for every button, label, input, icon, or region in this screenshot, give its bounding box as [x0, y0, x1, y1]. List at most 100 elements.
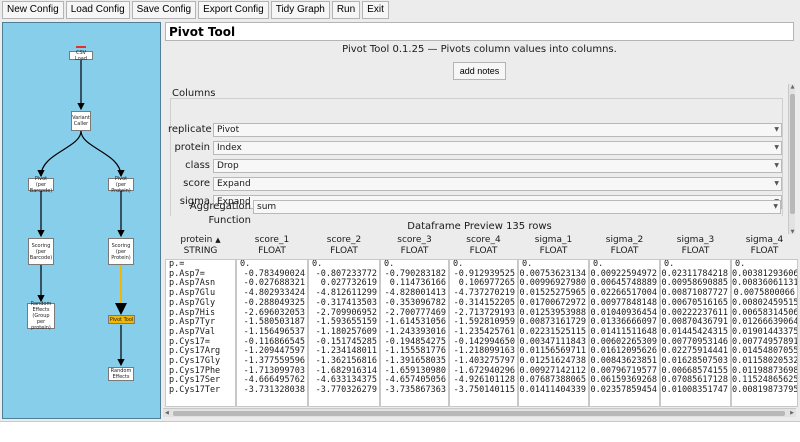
- scroll-left-icon[interactable]: ◀: [165, 409, 169, 418]
- column-label: protein: [174, 142, 210, 153]
- column-cells: 0. 0.02311784218 0.00958690885 0.0087108772…: [660, 259, 731, 407]
- column-header[interactable]: score_1 FLOAT: [236, 234, 308, 258]
- column-cells: 0. 0.00753623134 0.00996927980 0.0152527596…: [518, 259, 589, 407]
- column-header-type: FLOAT: [400, 246, 429, 256]
- column-row-replicate: replicate Pivot ▼: [168, 122, 785, 138]
- edge-variant-pivot-barcode: [37, 130, 82, 178]
- column-cells: 0. 0.00922594972 0.00645748889 0.0226651700…: [589, 259, 660, 407]
- column-header-name: score_2: [326, 235, 362, 245]
- column-label: class: [185, 160, 210, 171]
- column-select-replicate[interactable]: Pivot ▼: [213, 123, 782, 137]
- column-header-type: FLOAT: [469, 246, 498, 256]
- run-button[interactable]: Run: [331, 1, 361, 19]
- column-cells: p.= p.Asp7= p.Asp7Asn p.Asp7Glu p.Asp7Gly p.A…: [165, 259, 236, 407]
- column-header[interactable]: sigma_1 FLOAT: [518, 234, 589, 258]
- column-header-name: sigma_4: [745, 235, 784, 245]
- column-header-name: sigma_3: [676, 235, 715, 245]
- column-row-protein: protein Index ▼: [168, 140, 785, 156]
- column-select-value: Drop: [217, 161, 239, 171]
- column-select-protein[interactable]: Index ▼: [213, 141, 782, 155]
- column-select-value: Expand: [217, 179, 251, 189]
- add-notes-button[interactable]: add notes: [453, 62, 506, 80]
- config-scrollbar[interactable]: ▲ ▼: [788, 84, 795, 235]
- node-pivot-barcode[interactable]: Pivot (per Barcode): [28, 176, 54, 194]
- pipeline-graph[interactable]: CSV Load Variant Caller Pivot (per Barco…: [2, 22, 161, 419]
- node-random-effects[interactable]: Random Effects: [108, 367, 134, 381]
- table-cell: -3.770326279: [315, 385, 377, 396]
- column-header[interactable]: score_4 FLOAT: [449, 234, 518, 258]
- column-header-name: score_4: [466, 235, 501, 245]
- tidy-graph-button[interactable]: Tidy Graph: [270, 1, 330, 19]
- chevron-down-icon: ▼: [774, 180, 779, 187]
- node-description: Pivot Tool 0.1.25 — Pivots column values…: [342, 44, 617, 55]
- column-label: replicate: [168, 124, 212, 135]
- table-cell: -3.750140115: [453, 385, 515, 396]
- column-header-name: score_1: [254, 235, 290, 245]
- node-pivot-protein[interactable]: Pivot (per Protein): [108, 176, 134, 194]
- column-header[interactable]: sigma_4 FLOAT: [731, 234, 798, 258]
- chevron-down-icon: ▼: [773, 203, 778, 210]
- column-header-name: score_3: [397, 235, 432, 245]
- node-variant-caller[interactable]: Variant Caller: [71, 111, 91, 131]
- chevron-down-icon: ▼: [774, 126, 779, 133]
- column-select-class[interactable]: Drop ▼: [213, 159, 782, 173]
- column-header-type: FLOAT: [750, 246, 779, 256]
- table-cell: p.Cys17Ter: [169, 385, 221, 396]
- column-row-score: score Expand ▼: [168, 176, 785, 192]
- node-flag: [76, 46, 86, 48]
- column-header-name: protein: [180, 235, 213, 245]
- columns-section: Columns replicate Pivot ▼ protein Index ▼ …: [168, 84, 785, 216]
- graph-edges: [37, 60, 127, 367]
- column-header[interactable]: score_2 FLOAT: [308, 234, 380, 258]
- chevron-down-icon: ▼: [774, 162, 779, 169]
- node-pivot-tool[interactable]: Pivot Tool: [108, 315, 135, 324]
- column-select-value: Index: [217, 143, 242, 153]
- node-random-effects-group[interactable]: Random Effects (Group per protein): [27, 301, 55, 331]
- scrollbar-thumb[interactable]: [173, 411, 785, 416]
- edge-variant-pivot-protein: [80, 130, 125, 178]
- column-header[interactable]: sigma_2 FLOAT: [589, 234, 660, 258]
- aggregation-value: sum: [257, 202, 277, 212]
- table-cell: 0.00819873795: [732, 385, 798, 396]
- column-header[interactable]: sigma_3 FLOAT: [660, 234, 731, 258]
- chevron-down-icon: ▼: [774, 144, 779, 151]
- column-header-type: FLOAT: [610, 246, 639, 256]
- load-config-button[interactable]: Load Config: [65, 1, 130, 19]
- column-header-type: FLOAT: [539, 246, 568, 256]
- scroll-up-icon[interactable]: ▲: [789, 84, 796, 90]
- export-config-button[interactable]: Export Config: [198, 1, 269, 19]
- column-header-type: FLOAT: [330, 246, 358, 256]
- new-config-button[interactable]: New Config: [2, 1, 64, 19]
- column-header-type: STRING: [183, 246, 218, 256]
- node-title-input[interactable]: [165, 22, 794, 41]
- column-header-name: sigma_1: [534, 235, 573, 245]
- table-cell: 0.01411404339: [519, 385, 586, 396]
- column-header-type: FLOAT: [681, 246, 710, 256]
- node-csv-load[interactable]: CSV Load: [69, 50, 93, 62]
- column-cells: 0. 0.00381293606 0.00836061131 0.0075800066…: [731, 259, 798, 407]
- column-select-score[interactable]: Expand ▼: [213, 177, 782, 191]
- table-h-scrollbar[interactable]: ◀ ▶: [163, 408, 796, 417]
- toolbar: New Config Load Config Save Config Expor…: [0, 0, 800, 20]
- node-scoring-barcode[interactable]: Scoring (per Barcode): [28, 238, 54, 265]
- exit-button[interactable]: Exit: [362, 1, 389, 19]
- column-select-value: Pivot: [217, 125, 240, 135]
- column-cells: 0. -0.783490024 -0.027688321 -4.802933424 -0…: [236, 259, 308, 407]
- column-header[interactable]: score_3 FLOAT: [380, 234, 449, 258]
- save-config-button[interactable]: Save Config: [131, 1, 197, 19]
- column-header[interactable]: protein ▲ STRING: [165, 234, 236, 258]
- scrollbar-thumb[interactable]: [790, 94, 795, 214]
- status-bar: [0, 421, 800, 442]
- table-cell: 0.02357859454: [590, 385, 657, 396]
- column-cells: 0. -0.790283182 0.114736166 -4.828001413 -0.…: [380, 259, 449, 407]
- dataframe-title: Dataframe Preview 135 rows: [407, 221, 552, 232]
- aggregation-select[interactable]: sum ▼: [253, 200, 781, 214]
- table-cell: 0.01008351747: [661, 385, 728, 396]
- node-scoring-protein[interactable]: Scoring (per Protein): [108, 238, 134, 265]
- scroll-right-icon[interactable]: ▶: [790, 409, 794, 418]
- column-header-type: FLOAT: [258, 246, 286, 256]
- table-cell: -3.735867363: [384, 385, 446, 396]
- sort-ascending-icon: ▲: [215, 236, 221, 244]
- table-cell: -3.731328038: [243, 385, 305, 396]
- dataframe-table: protein ▲ STRING p.= p.Asp7= p.Asp7Asn p.Asp7…: [163, 234, 798, 419]
